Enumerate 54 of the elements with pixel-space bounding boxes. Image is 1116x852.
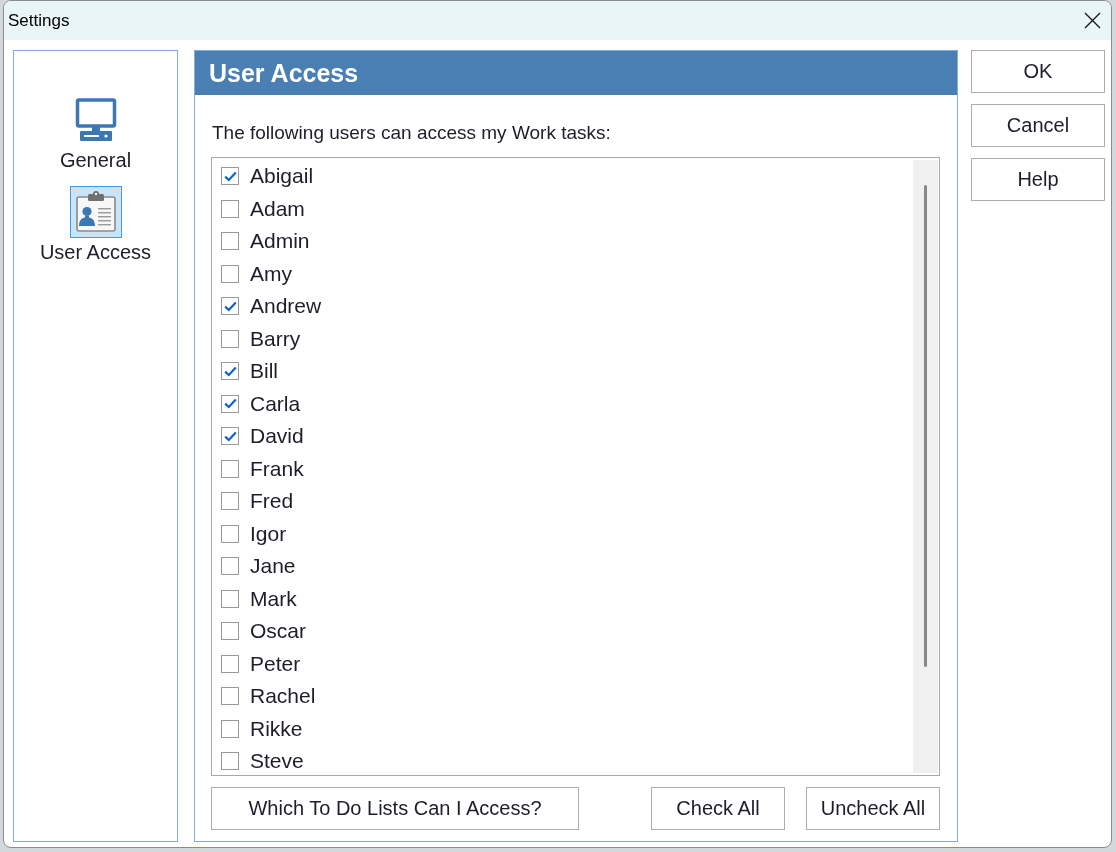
sidebar-item-label[interactable]: General xyxy=(59,148,132,172)
user-name: Admin xyxy=(250,229,310,254)
checkbox[interactable] xyxy=(221,329,239,348)
checkbox[interactable] xyxy=(221,622,239,641)
monitor-icon[interactable] xyxy=(73,98,118,142)
user-name: Andrew xyxy=(250,294,322,319)
scrollbar[interactable] xyxy=(913,160,938,773)
user-name: Frank xyxy=(250,456,304,481)
user-name: Adam xyxy=(250,196,305,221)
checkbox[interactable] xyxy=(221,199,239,218)
checkbox[interactable] xyxy=(221,264,239,283)
checkbox[interactable] xyxy=(221,719,239,738)
close-icon xyxy=(1083,12,1101,29)
user-name: Carla xyxy=(250,391,301,416)
checkbox[interactable] xyxy=(221,492,239,511)
user-name: Jane xyxy=(250,554,296,579)
checkbox[interactable] xyxy=(221,687,239,706)
panel-header: User Access xyxy=(195,51,957,95)
checkbox[interactable] xyxy=(221,524,239,543)
user-name: David xyxy=(250,424,304,449)
user-name: Oscar xyxy=(250,619,306,644)
user-name: Rikke xyxy=(250,716,303,741)
checkbox[interactable] xyxy=(221,297,239,316)
sidebar-item-label[interactable]: User Access xyxy=(39,240,152,264)
action-button[interactable]: Which To Do Lists Can I Access? xyxy=(211,787,579,830)
checkbox[interactable] xyxy=(221,752,239,771)
user-name: Mark xyxy=(250,586,297,611)
dialog-button[interactable]: Cancel xyxy=(971,104,1105,147)
user-name: Barry xyxy=(250,326,301,351)
checkbox[interactable] xyxy=(221,459,239,478)
user-name: Rachel xyxy=(250,684,316,709)
user-name: Steve xyxy=(250,749,304,774)
user-name: Igor xyxy=(250,521,287,546)
user-name: Abigail xyxy=(250,164,314,189)
action-button[interactable]: Uncheck All xyxy=(806,787,940,830)
checkbox[interactable] xyxy=(221,167,239,186)
checkbox[interactable] xyxy=(221,362,239,381)
dialog-button[interactable]: Help xyxy=(971,158,1105,201)
checkbox[interactable] xyxy=(221,654,239,673)
user-name: Amy xyxy=(250,261,292,286)
user-name: Peter xyxy=(250,651,301,676)
instruction-text: The following users can access my Work tasks: xyxy=(212,121,611,145)
dialog-button[interactable]: OK xyxy=(971,50,1105,93)
user-name: Bill xyxy=(250,359,278,384)
action-button[interactable]: Check All xyxy=(651,787,785,830)
checkbox[interactable] xyxy=(221,589,239,608)
checkbox[interactable] xyxy=(221,557,239,576)
checkbox[interactable] xyxy=(221,427,239,446)
checkbox[interactable] xyxy=(221,394,239,413)
window-title: Settings xyxy=(8,10,70,31)
scrollbar-thumb[interactable] xyxy=(924,185,927,667)
id-card-icon[interactable] xyxy=(69,186,122,238)
checkbox[interactable] xyxy=(221,232,239,251)
user-name: Fred xyxy=(250,489,294,514)
